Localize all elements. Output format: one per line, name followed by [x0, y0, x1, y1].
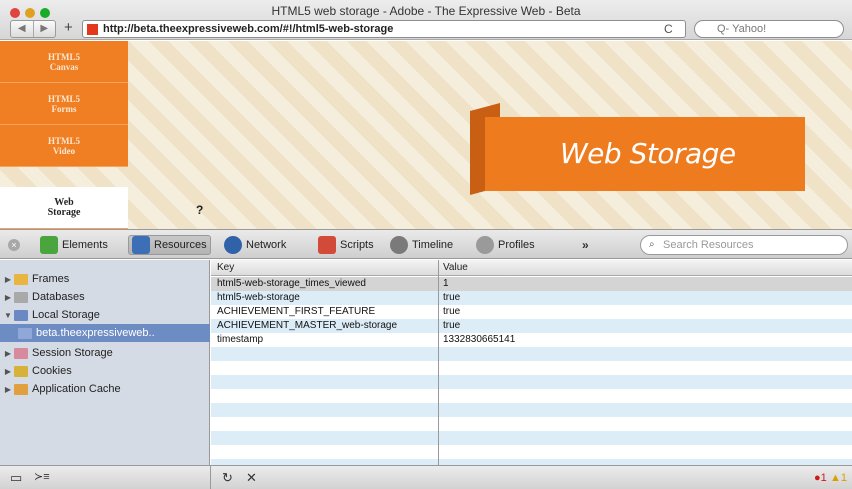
nav-html5-forms[interactable]: HTML5 Forms	[0, 83, 128, 125]
web-search-placeholder: Q- Yahoo!	[717, 23, 767, 35]
search-resources-placeholder: Search Resources	[663, 239, 754, 251]
disclosure-arrow-icon[interactable]: ▶	[2, 367, 14, 376]
browser-titlebar: HTML5 web storage - Adobe - The Expressi…	[0, 0, 852, 40]
web-page: HTML5 Canvas HTML5 Forms HTML5 Video Web…	[0, 41, 852, 229]
sidebar-item-session-storage[interactable]: ▶ Session Storage	[0, 344, 210, 362]
window-title: HTML5 web storage - Adobe - The Expressi…	[271, 4, 581, 18]
profiles-icon	[476, 236, 494, 254]
nav-web-storage[interactable]: Web Storage	[0, 187, 128, 229]
tab-profiles[interactable]: Profiles	[476, 235, 535, 255]
table-row[interactable]: ACHIEVEMENT_MASTER_web-storage true	[211, 319, 852, 333]
cookies-icon	[14, 365, 28, 377]
table-header: Key Value	[211, 260, 852, 276]
key-cell: ACHIEVEMENT_MASTER_web-storage	[217, 320, 398, 331]
close-devtools-icon[interactable]: ×	[8, 239, 20, 251]
empty-row	[211, 389, 852, 403]
empty-row	[211, 375, 852, 389]
refresh-icon[interactable]: ↻	[222, 470, 233, 486]
disclosure-arrow-icon[interactable]: ▶	[2, 275, 14, 284]
tab-scripts[interactable]: Scripts	[318, 235, 374, 255]
error-count-badge[interactable]: ●1	[814, 472, 827, 484]
address-bar[interactable]: http://beta.theexpressiveweb.com/#!/html…	[82, 20, 686, 38]
local-storage-table: Key Value html5-web-storage_times_viewed…	[211, 260, 852, 465]
empty-row	[211, 431, 852, 445]
history-buttons: ◀ ▶	[10, 20, 56, 38]
warning-count-badge[interactable]: ▲1	[830, 472, 847, 484]
devtools-statusbar: ▭ ≻≡ ↻ ✕ ●1 ▲1	[0, 465, 852, 489]
reload-button[interactable]: C	[664, 22, 673, 36]
storage-item-icon	[18, 327, 32, 339]
tab-elements[interactable]: Elements	[40, 235, 108, 255]
empty-row	[211, 361, 852, 375]
adobe-favicon-icon	[87, 24, 98, 35]
elements-icon	[40, 236, 58, 254]
nav-html5-canvas[interactable]: HTML5 Canvas	[0, 41, 128, 83]
key-cell: html5-web-storage	[217, 292, 300, 303]
disclosure-arrow-icon[interactable]: ▶	[2, 293, 14, 302]
value-cell: 1332830665141	[443, 334, 516, 345]
timeline-icon	[390, 236, 408, 254]
disclosure-arrow-icon[interactable]: ▶	[2, 385, 14, 394]
local-storage-icon	[14, 309, 28, 321]
value-cell: true	[443, 292, 461, 303]
table-row[interactable]: ACHIEVEMENT_FIRST_FEATURE true	[211, 305, 852, 319]
tab-timeline[interactable]: Timeline	[390, 235, 453, 255]
empty-row	[211, 417, 852, 431]
folder-icon	[14, 273, 28, 285]
site-nav: HTML5 Canvas HTML5 Forms HTML5 Video Web…	[0, 41, 128, 229]
column-divider[interactable]	[438, 260, 439, 465]
tab-network[interactable]: Network	[224, 235, 286, 255]
sidebar-item-databases[interactable]: ▶ Databases	[0, 288, 210, 306]
scripts-icon	[318, 236, 336, 254]
key-cell: timestamp	[217, 334, 264, 345]
table-row[interactable]: html5-web-storage true	[211, 291, 852, 305]
warning-count: 1	[840, 472, 848, 484]
search-icon: ⌕	[649, 239, 655, 250]
search-resources-input[interactable]: ⌕ Search Resources	[640, 235, 848, 255]
disclosure-arrow-icon[interactable]: ▼	[2, 311, 14, 320]
database-icon	[14, 291, 28, 303]
sidebar-item-cookies[interactable]: ▶ Cookies	[0, 362, 210, 380]
column-header-key[interactable]: Key	[217, 262, 234, 273]
sidebar-item-local-storage[interactable]: ▼ Local Storage	[0, 306, 210, 324]
more-tools-chevron-icon[interactable]: »	[582, 238, 589, 252]
table-row[interactable]: timestamp 1332830665141	[211, 333, 852, 347]
empty-row	[211, 403, 852, 417]
empty-row	[211, 445, 852, 459]
resources-sidebar: ▶ Frames ▶ Databases ▼ Local Storage bet…	[0, 260, 210, 465]
dock-toggle-icon[interactable]: ▭	[10, 470, 22, 486]
column-header-value[interactable]: Value	[443, 262, 468, 273]
tab-resources[interactable]: Resources	[128, 235, 211, 255]
value-cell: 1	[443, 278, 449, 289]
delete-icon[interactable]: ✕	[246, 470, 257, 486]
table-row[interactable]: html5-web-storage_times_viewed 1	[211, 277, 852, 291]
add-bookmark-button[interactable]: +	[64, 20, 73, 36]
sidebar-item-local-storage-origin[interactable]: beta.theexpressiveweb..	[0, 324, 210, 342]
devtools-toolbar: × Elements Resources Network Scripts Tim…	[0, 229, 852, 259]
key-cell: html5-web-storage_times_viewed	[217, 278, 366, 289]
resources-icon	[132, 236, 150, 254]
sidebar-item-application-cache[interactable]: ▶ Application Cache	[0, 380, 210, 398]
network-icon	[224, 236, 242, 254]
key-cell: ACHIEVEMENT_FIRST_FEATURE	[217, 306, 376, 317]
console-icon[interactable]: ≻≡	[34, 470, 50, 483]
value-cell: true	[443, 306, 461, 317]
forward-button[interactable]: ▶	[32, 21, 56, 37]
error-count: 1	[820, 472, 827, 484]
url-text: http://beta.theexpressiveweb.com/#!/html…	[103, 23, 394, 35]
statusbar-divider	[210, 466, 211, 489]
session-storage-icon	[14, 347, 28, 359]
value-cell: true	[443, 320, 461, 331]
empty-row	[211, 347, 852, 361]
disclosure-arrow-icon[interactable]: ▶	[2, 349, 14, 358]
help-question-mark[interactable]: ?	[196, 203, 203, 217]
back-button[interactable]: ◀	[11, 21, 33, 37]
nav-html5-video[interactable]: HTML5 Video	[0, 125, 128, 167]
banner-title: Web Storage	[560, 137, 736, 170]
sidebar-item-frames[interactable]: ▶ Frames	[0, 270, 210, 288]
web-search-input[interactable]: Q- Yahoo!	[694, 20, 844, 38]
app-cache-icon	[14, 383, 28, 395]
